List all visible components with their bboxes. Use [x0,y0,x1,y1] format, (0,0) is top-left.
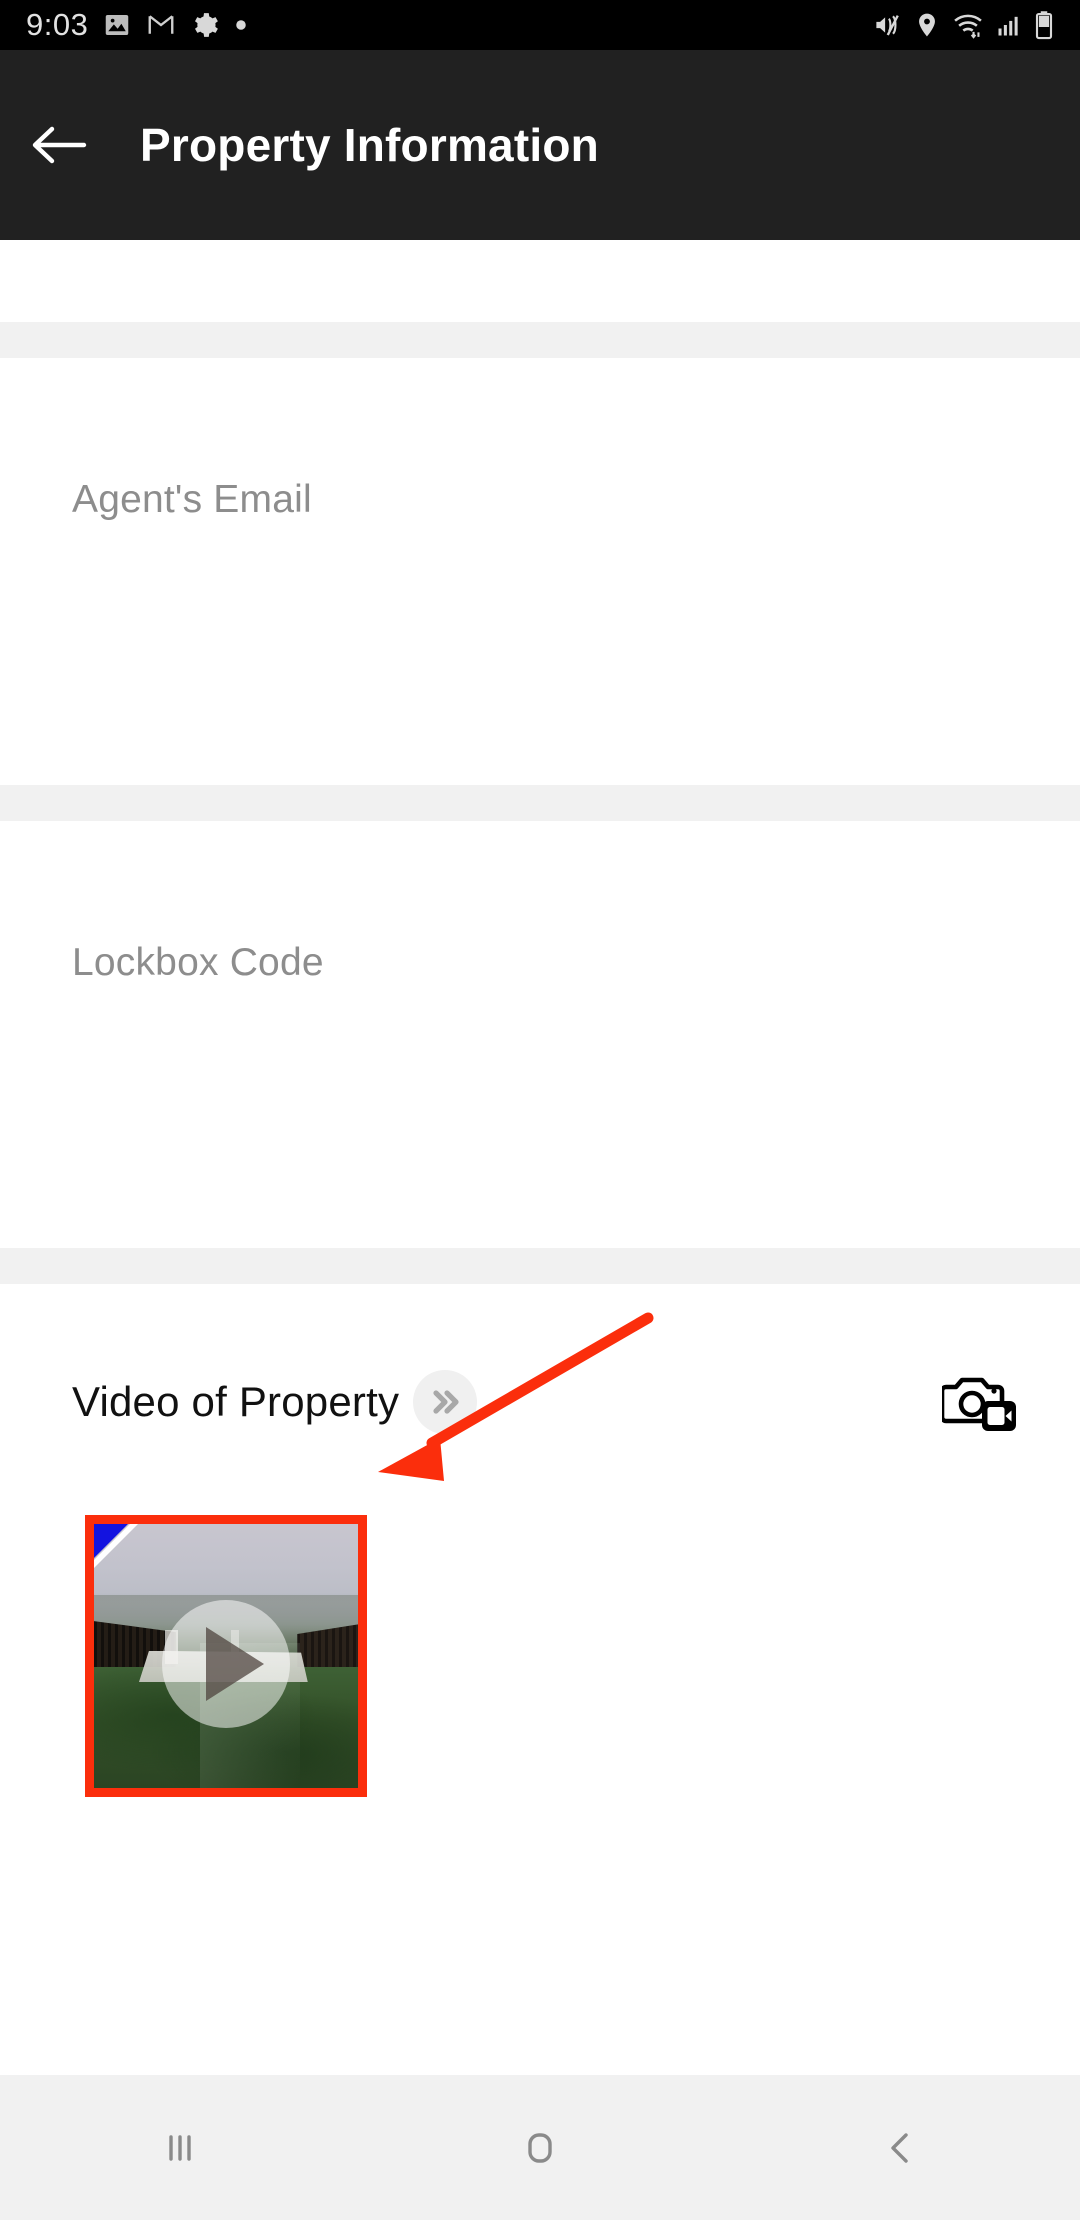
home-button[interactable] [360,2075,720,2220]
camera-video-icon[interactable] [939,1369,1018,1442]
field-lockbox-code[interactable]: Lockbox Code [0,821,1080,1248]
field-lockbox-code-placeholder: Lockbox Code [72,941,324,984]
field-agents-email-placeholder: Agent's Email [72,478,312,521]
home-icon [528,2132,552,2163]
play-triangle [206,1626,264,1701]
section-divider [0,785,1080,821]
back-nav-button[interactable] [720,2075,1080,2220]
recents-icon [169,2134,191,2161]
status-bar: 9:03 [0,0,1080,50]
play-icon[interactable] [162,1599,290,1728]
back-button[interactable] [0,50,118,240]
field-agents-email[interactable]: Agent's Email [0,358,1080,785]
settings-gear-icon [190,10,220,40]
dot-icon [234,18,248,32]
page-title: Property Information [140,119,599,171]
property-video-thumbnail[interactable] [85,1515,367,1797]
location-pin-icon [913,11,941,39]
battery-icon [1034,10,1054,40]
cellular-signal-icon [995,11,1023,39]
section-divider [0,1248,1080,1284]
status-bar-clock: 9:03 [26,7,89,42]
mute-vibrate-icon [872,10,902,40]
recents-button[interactable] [0,2075,360,2220]
status-bar-left: 9:03 [26,7,248,43]
selection-corner-slash [94,1524,138,1568]
back-arrow-icon [32,126,87,164]
back-chevron-icon [891,2132,908,2163]
system-nav-bar [0,2075,1080,2220]
double-chevron-right-icon[interactable] [413,1370,478,1434]
photos-icon [102,10,132,40]
phone-screen: 9:03 Property Information Agent's Email … [0,0,1080,2220]
wifi-icon [952,10,984,40]
video-section-header[interactable]: Video of Property [72,1370,478,1434]
video-section-title: Video of Property [72,1378,400,1425]
gmail-icon [146,10,176,40]
status-bar-right [872,10,1054,40]
top-spacer [0,240,1080,322]
form-scroll-area[interactable]: Agent's Email Lockbox Code Video of Prop… [0,240,1080,2075]
app-bar: Property Information [0,50,1080,240]
section-divider [0,322,1080,358]
